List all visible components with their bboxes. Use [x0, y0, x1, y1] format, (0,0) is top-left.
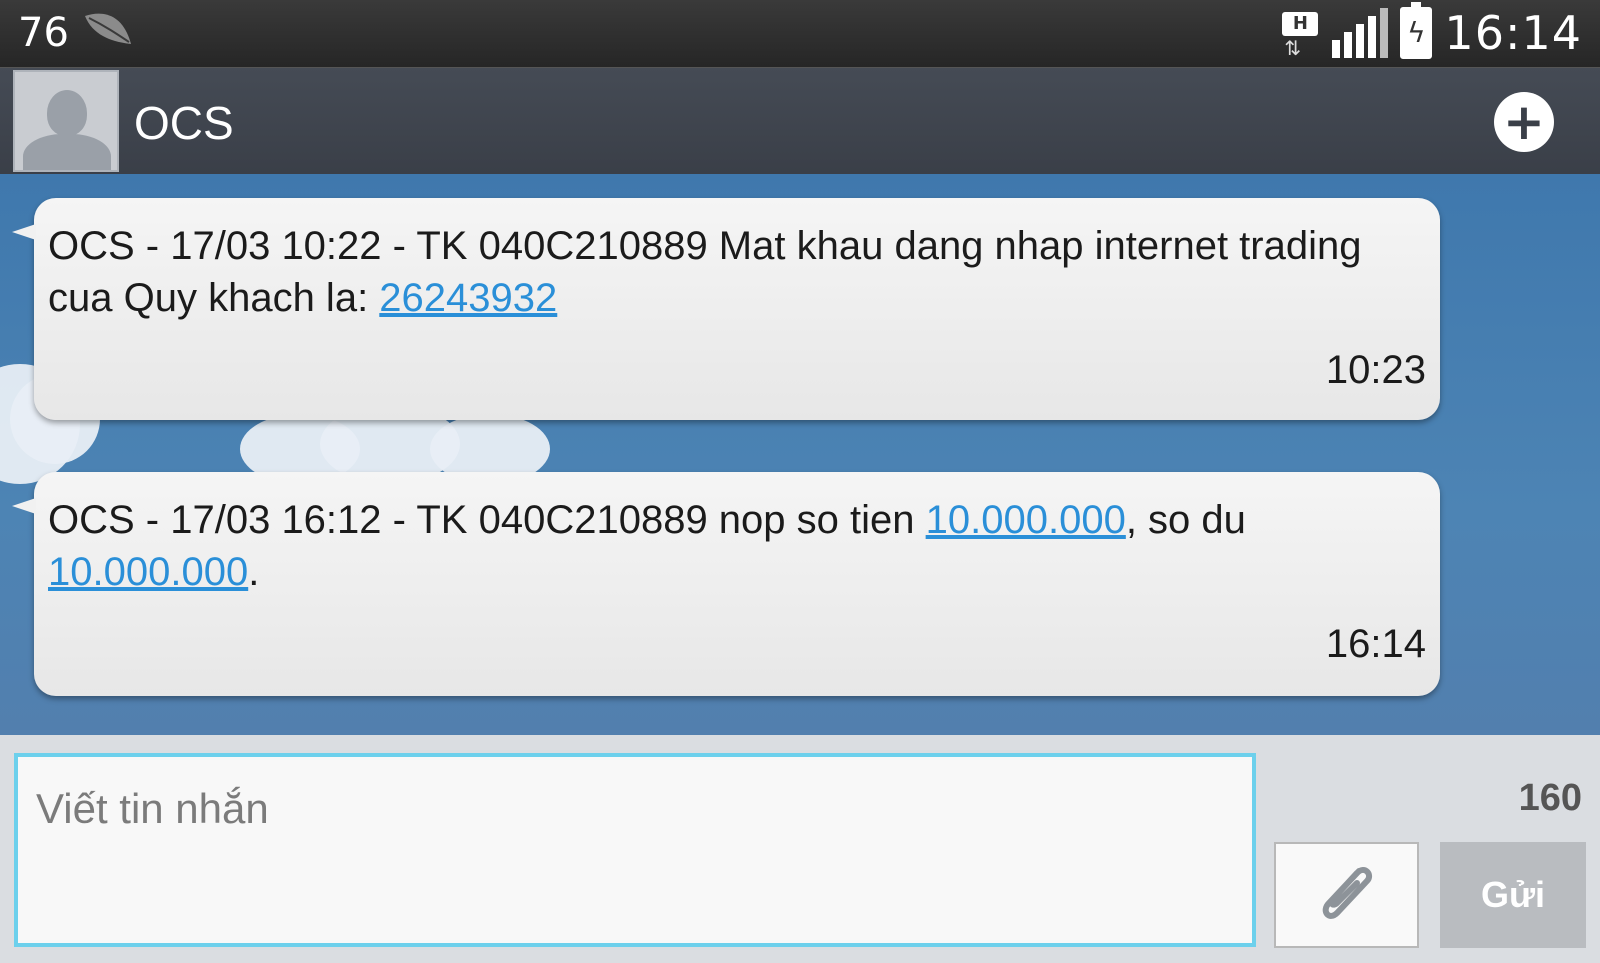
message-input[interactable]: Viết tin nhắn [14, 753, 1256, 947]
send-button[interactable]: Gửi [1440, 842, 1586, 948]
message-bubble[interactable]: OCS - 17/03 10:22 - TK 040C210889 Mat kh… [12, 198, 1440, 420]
contact-name: OCS [134, 97, 234, 149]
attach-button[interactable] [1274, 842, 1419, 948]
network-type-icon: H ⇅ [1280, 8, 1320, 58]
compose-bar: Viết tin nhắn 160 Gửi [0, 735, 1600, 963]
number-link[interactable]: 10.000.000 [48, 550, 248, 594]
battery-charging-icon: ϟ [1400, 2, 1433, 59]
add-contact-button[interactable]: + [1494, 92, 1554, 152]
conversation-header: OCS + [0, 67, 1600, 174]
character-counter: 160 [1518, 777, 1582, 819]
message-time: 16:14 [1325, 622, 1426, 666]
number-link[interactable]: 26243932 [379, 276, 557, 320]
leaf-icon [83, 8, 133, 58]
message-list[interactable]: OCS - 17/03 10:22 - TK 040C210889 Mat kh… [0, 174, 1600, 735]
message-text: OCS - 17/03 16:12 - TK 040C210889 nop so… [48, 498, 1246, 594]
number-link[interactable]: 10.000.000 [926, 498, 1126, 542]
signal-strength-icon [1332, 8, 1389, 58]
notification-count: 76 [18, 10, 69, 56]
status-time: 16:14 [1444, 6, 1582, 60]
message-text: OCS - 17/03 10:22 - TK 040C210889 Mat kh… [48, 224, 1362, 320]
message-time: 10:23 [1325, 348, 1426, 392]
message-bubble[interactable]: OCS - 17/03 16:12 - TK 040C210889 nop so… [12, 472, 1440, 696]
status-bar: 76 H ⇅ ϟ 16:14 [0, 0, 1600, 67]
contact-avatar[interactable] [13, 70, 119, 172]
paperclip-icon [1307, 853, 1387, 937]
plus-icon: + [1503, 93, 1545, 151]
